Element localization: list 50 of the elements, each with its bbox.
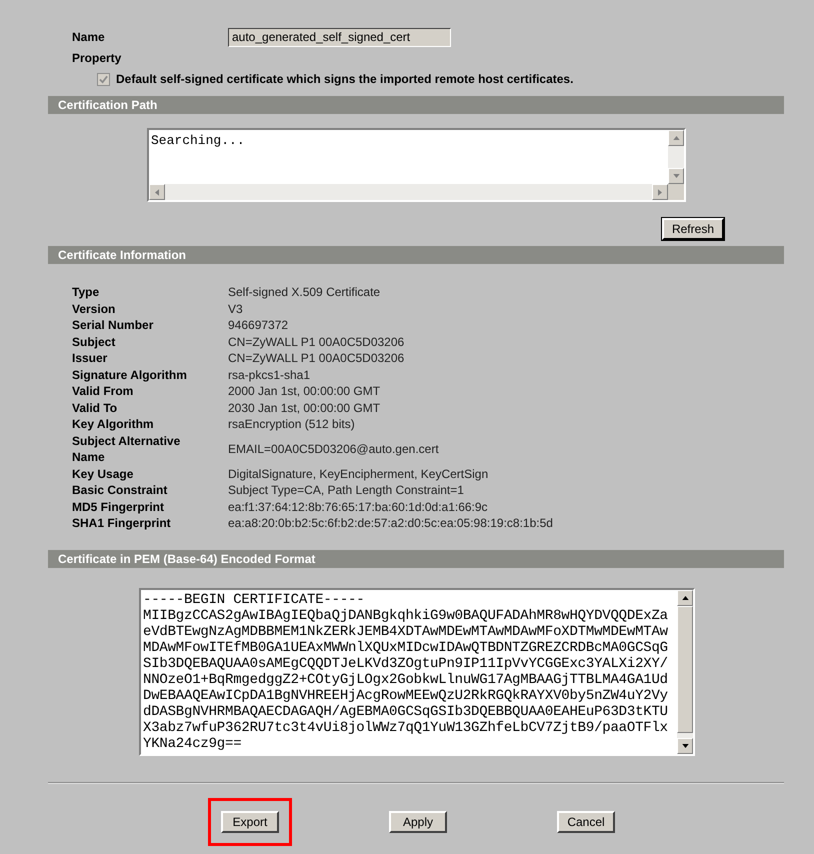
section-header: Certification Path [48, 96, 784, 114]
info-label: Key Usage [72, 466, 134, 482]
info-value: 946697372 [228, 317, 290, 334]
name-field[interactable]: auto_generated_self_signed_cert [228, 28, 451, 46]
scroll-up-icon[interactable] [677, 590, 693, 606]
info-label: MD5 Fingerprint [72, 498, 165, 515]
info-value: Subject Type=CA, Path Length Constraint=1 [228, 482, 465, 498]
info-value: rsaEncryption (512 bits) [228, 416, 356, 432]
scroll-right-icon[interactable] [652, 184, 668, 200]
info-label: Basic Constraint [72, 482, 168, 498]
info-value: CN=ZyWALL P1 00A0C5D03206 [228, 350, 406, 366]
scrollbar-corner [668, 184, 684, 200]
scroll-left-icon[interactable] [149, 184, 165, 200]
refresh-button[interactable]: Refresh [662, 218, 724, 240]
info-value: 2030 Jan 1st, 00:00:00 GMT [228, 400, 382, 416]
field-label: Property [72, 51, 122, 65]
scrollbar-thumb[interactable] [677, 606, 693, 732]
text-area[interactable]: Searching... [147, 128, 686, 202]
info-label: Valid To [72, 400, 118, 416]
info-value: ea:a8:20:0b:b2:5c:6f:b2:de:57:a2:d0:5c:ea:05:98:19:c8:1b:5d [228, 515, 554, 532]
info-value: ea:f1:37:64:12:8b:76:65:17:ba:60:1d:0d:a1:66:9c [228, 498, 489, 515]
info-label: SHA1 Fingerprint [72, 515, 172, 532]
scroll-down-icon[interactable] [677, 738, 693, 754]
info-value: DigitalSignature, KeyEncipherment, KeyCertSign [228, 466, 490, 482]
info-value: EMAIL=00A0C5D03206@auto.gen.cert [228, 440, 440, 458]
horizontal-scrollbar[interactable] [149, 184, 684, 200]
info-label: Signature Algorithm [72, 366, 188, 383]
info-value: V3 [228, 300, 244, 317]
info-label: Serial Number [72, 317, 154, 334]
info-value: 2000 Jan 1st, 00:00:00 GMT [228, 383, 382, 400]
info-label: Issuer [72, 350, 108, 366]
vertical-scrollbar[interactable] [677, 590, 693, 754]
info-value: rsa-pkcs1-sha1 [228, 366, 312, 383]
info-label: Version [72, 300, 116, 317]
info-label: Valid From [72, 383, 134, 400]
path-text: Searching... [150, 132, 246, 150]
section-header: Certificate in PEM (Base-64) Encoded Format [48, 550, 784, 568]
pem-text: -----BEGIN CERTIFICATE----- MIIBgzCCAS2gAwIBAgIEQbaQjDANBgkqhkiG9w0BAQUFADAhMR8wHQYDVQQDExZa eVdBTEwgNzAgMDBBMEM1NkZERkJEMB4XDTAwMDEwMTAwMDAwMFoXDTMwMDEwMTAw MDAwMFowITEfMB0GA1UEAxMWWnlXQUxMIDcwIDAwQTBDNTZGREZCRDBcMA0GCSqG SIb3DQEBAQUAA0sAMEgCQQDTJeLKVd3ZOgtuPn9IP11IpVvYCGGExc3YALXi2XY/ NNOzeO1+BqRmgedggZ2+COtyGjLOgx2GobkwLlnuWG17AgMBAAGjTTBLMA4GA1Ud DwEBAAQEAwICpDA1BgNVHREEHjAcgRowMEEwQzU2RkRGQkRAYXV0by5nZW4uY2Vy dDASBgNVHRMBAQAECDAGAQH/AgEBMA0GCSqGSIb3DQEBBQUAA0EAHEuP63D3tKTU X3abz7wfuP362RU7tc3t4vUi8jolWWz7qQ1YuW13GZhfeLbCV7ZjtB9/paaOTFlx YKNa24cz9g== [142, 590, 669, 754]
info-label: Type [72, 284, 100, 300]
action-button[interactable]: Cancel [557, 810, 615, 832]
info-value: Self-signed X.509 Certificate [228, 284, 382, 300]
action-button[interactable]: Apply [389, 810, 447, 832]
field-label: Name [72, 30, 106, 44]
action-button[interactable]: Export [221, 810, 279, 832]
section-header: Certificate Information [48, 246, 784, 264]
info-label: Subject [72, 334, 116, 350]
info-label: Subject Alternative Name [72, 432, 182, 466]
info-label: Key Algorithm [72, 416, 155, 432]
info-value: CN=ZyWALL P1 00A0C5D03206 [228, 334, 406, 350]
checkbox-label: Default self-signed certificate which signs the imported remote host certificates. [116, 72, 574, 86]
